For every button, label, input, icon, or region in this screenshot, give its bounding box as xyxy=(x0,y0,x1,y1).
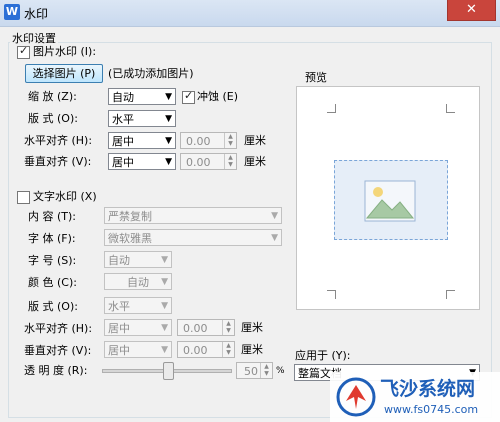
select-picture-button[interactable]: 选择图片 (P) xyxy=(25,64,103,83)
text-layout-value: 水平 xyxy=(108,300,130,313)
text-halign-label: 水平对齐 (H): xyxy=(24,322,93,335)
apply-to-label: 应用于 (Y): xyxy=(295,349,351,362)
color-value: 自动 xyxy=(127,276,149,289)
picture-layout-select[interactable]: 水平 ▼ xyxy=(108,110,176,127)
text-valign-select[interactable]: 居中 ▼ xyxy=(104,341,172,358)
content-label: 内 容 (T): xyxy=(28,210,77,223)
chevron-down-icon: ▼ xyxy=(271,211,278,221)
picture-layout-value: 水平 xyxy=(112,113,134,126)
color-label: 颜 色 (C): xyxy=(28,276,77,289)
picture-halign-label: 水平对齐 (H): xyxy=(24,134,93,147)
picture-added-status: (已成功添加图片) xyxy=(108,67,194,80)
spin-arrows-icon[interactable]: ▲ ▼ xyxy=(224,154,236,169)
size-value: 自动 xyxy=(108,254,130,267)
text-layout-select[interactable]: 水平 ▼ xyxy=(104,297,172,314)
size-select[interactable]: 自动 ▼ xyxy=(104,251,172,268)
text-valign-value: 居中 xyxy=(108,344,130,357)
erode-checkbox[interactable] xyxy=(182,89,195,104)
picture-valign-select[interactable]: 居中 ▼ xyxy=(108,153,176,170)
opacity-number: 50 xyxy=(244,365,258,378)
close-button[interactable]: ✕ xyxy=(447,0,496,21)
wps-app-icon: W xyxy=(4,4,20,20)
text-watermark-label: 文字水印 (X) xyxy=(33,190,97,203)
chevron-down-icon: ▼ xyxy=(271,233,278,243)
scale-label: 缩 放 (Z): xyxy=(28,90,77,103)
picture-halign-spinner[interactable]: 0.00 ▲ ▼ xyxy=(180,132,237,149)
margin-corner-mark xyxy=(327,290,336,299)
margin-corner-mark xyxy=(446,290,455,299)
text-layout-label: 版 式 (O): xyxy=(28,300,78,313)
picture-halign-number: 0.00 xyxy=(186,135,211,148)
opacity-label: 透 明 度 (R): xyxy=(24,364,88,377)
text-watermark-checkbox[interactable] xyxy=(17,191,30,204)
text-halign-value: 居中 xyxy=(108,322,130,335)
picture-valign-value: 居中 xyxy=(112,156,134,169)
text-halign-unit: 厘米 xyxy=(241,321,263,334)
chevron-down-icon: ▼ xyxy=(165,114,172,124)
text-halign-number: 0.00 xyxy=(183,322,208,335)
color-select[interactable]: 自动 ▼ xyxy=(104,273,172,290)
content-value: 严禁复制 xyxy=(108,210,152,223)
chevron-down-icon: ▼ xyxy=(161,323,168,333)
picture-watermark-label: 图片水印 (I): xyxy=(33,45,97,58)
text-valign-number: 0.00 xyxy=(183,344,208,357)
opacity-spinner[interactable]: 50 ▲ ▼ xyxy=(236,362,273,379)
erode-label: 冲蚀 (E) xyxy=(197,90,239,103)
site-url: www.fs0745.com xyxy=(384,403,479,416)
spin-arrows-icon[interactable]: ▲ ▼ xyxy=(222,342,234,357)
preview-label: 预览 xyxy=(305,71,327,84)
chevron-down-icon: ▼ xyxy=(161,301,168,311)
picture-layout-label: 版 式 (O): xyxy=(28,112,78,125)
site-name: 飞沙系统网 xyxy=(380,378,476,400)
margin-corner-mark xyxy=(446,104,455,113)
title-bar xyxy=(0,0,500,27)
text-valign-unit: 厘米 xyxy=(241,343,263,356)
chevron-down-icon: ▼ xyxy=(165,92,172,102)
content-select[interactable]: 严禁复制 ▼ xyxy=(104,207,282,224)
picture-halign-select[interactable]: 居中 ▼ xyxy=(108,132,176,149)
text-halign-select[interactable]: 居中 ▼ xyxy=(104,319,172,336)
text-valign-spinner[interactable]: 0.00 ▲ ▼ xyxy=(177,341,235,358)
scale-select[interactable]: 自动 ▼ xyxy=(108,88,176,105)
picture-watermark-checkbox[interactable] xyxy=(17,44,30,59)
text-valign-label: 垂直对齐 (V): xyxy=(24,344,92,357)
chevron-down-icon: ▼ xyxy=(161,277,168,287)
picture-valign-spinner[interactable]: 0.00 ▲ ▼ xyxy=(180,153,237,170)
chevron-down-icon: ▼ xyxy=(165,157,172,167)
spin-arrows-icon[interactable]: ▲ ▼ xyxy=(260,363,272,378)
picture-valign-label: 垂直对齐 (V): xyxy=(24,155,92,168)
chevron-down-icon: ▼ xyxy=(161,345,168,355)
chevron-down-icon: ▼ xyxy=(161,255,168,265)
opacity-unit: % xyxy=(276,366,285,376)
picture-valign-number: 0.00 xyxy=(186,156,211,169)
site-logo-icon xyxy=(336,377,376,417)
window-title: 水印 xyxy=(24,7,49,21)
picture-halign-value: 居中 xyxy=(112,135,134,148)
picture-valign-unit: 厘米 xyxy=(244,155,266,168)
font-label: 字 体 (F): xyxy=(28,232,76,245)
scale-value: 自动 xyxy=(112,91,134,104)
text-halign-spinner[interactable]: 0.00 ▲ ▼ xyxy=(177,319,235,336)
picture-halign-unit: 厘米 xyxy=(244,134,266,147)
size-label: 字 号 (S): xyxy=(28,254,77,267)
spin-arrows-icon[interactable]: ▲ ▼ xyxy=(222,320,234,335)
font-select[interactable]: 微软雅黑 ▼ xyxy=(104,229,282,246)
margin-corner-mark xyxy=(327,104,336,113)
spin-arrows-icon[interactable]: ▲ ▼ xyxy=(224,133,236,148)
opacity-slider-thumb[interactable] xyxy=(163,362,174,380)
font-value: 微软雅黑 xyxy=(108,232,152,245)
image-placeholder-icon xyxy=(364,180,416,222)
chevron-down-icon: ▼ xyxy=(165,136,172,146)
